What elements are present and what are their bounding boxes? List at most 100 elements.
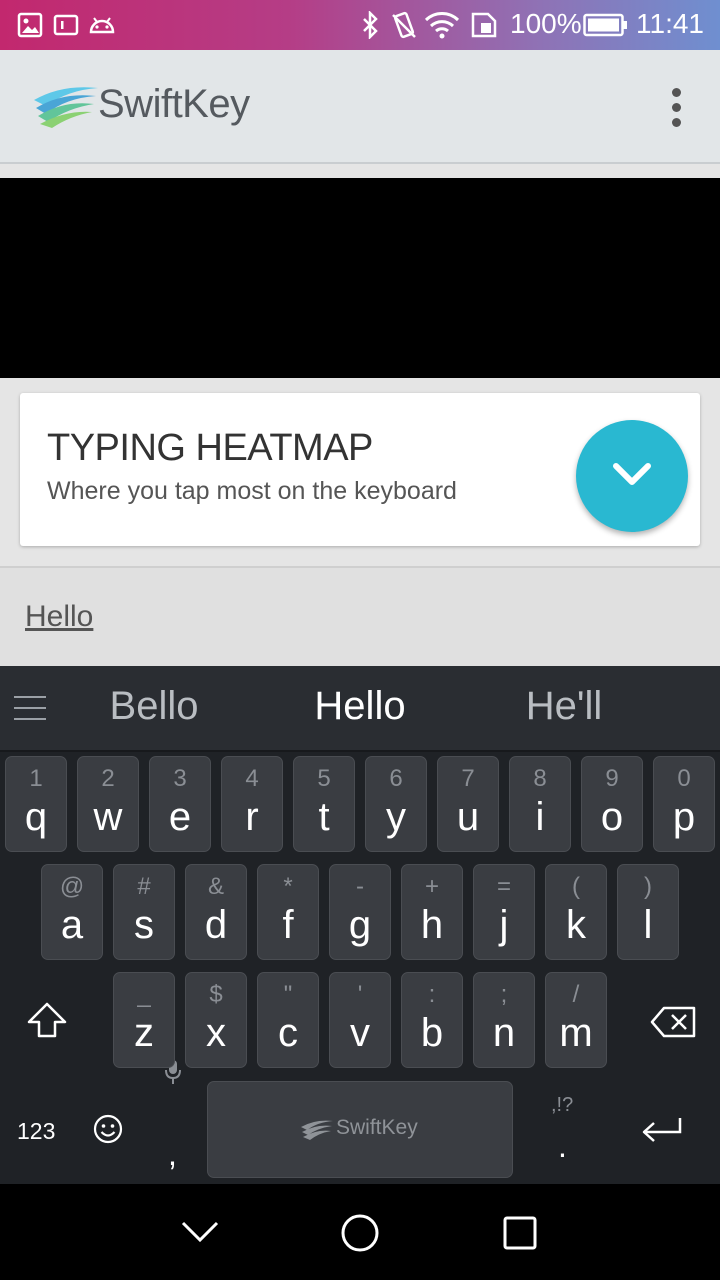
home-icon[interactable] bbox=[340, 1213, 380, 1258]
key-m[interactable]: / m bbox=[545, 972, 607, 1068]
key-o[interactable]: 9o bbox=[581, 756, 643, 852]
key-g[interactable]: -g bbox=[329, 864, 391, 960]
key-f[interactable]: * f bbox=[257, 864, 319, 960]
key-r[interactable]: 4r bbox=[221, 756, 283, 852]
key-primary-label: f bbox=[282, 903, 294, 947]
key-primary-label: y bbox=[386, 795, 406, 839]
suggestion-right[interactable]: He'll bbox=[464, 684, 664, 729]
wifi-icon bbox=[424, 12, 460, 39]
key-primary-label: s bbox=[134, 903, 154, 947]
bluetooth-icon bbox=[360, 11, 380, 39]
key-y[interactable]: 6y bbox=[365, 756, 427, 852]
key-i[interactable]: 8i bbox=[509, 756, 571, 852]
recents-icon[interactable] bbox=[503, 1216, 537, 1255]
key-primary-label: i bbox=[535, 795, 545, 839]
key-secondary-label: # bbox=[137, 873, 151, 900]
key-primary-label: x bbox=[206, 1011, 226, 1055]
key-primary-label: e bbox=[168, 795, 192, 839]
key-c[interactable]: " c bbox=[257, 972, 319, 1068]
key-secondary-label: @ bbox=[59, 873, 85, 900]
more-vert-icon[interactable] bbox=[660, 86, 694, 130]
shift-icon[interactable] bbox=[25, 1002, 69, 1043]
video-area[interactable] bbox=[0, 178, 720, 378]
key-secondary-label: 1 bbox=[29, 765, 43, 792]
key-primary-label: q bbox=[24, 795, 48, 839]
key-secondary-label: = bbox=[496, 873, 511, 900]
swiftkey-logo-icon bbox=[32, 82, 100, 133]
vibrate-icon bbox=[390, 11, 418, 39]
key-v[interactable]: ' v bbox=[329, 972, 391, 1068]
enter-icon[interactable] bbox=[640, 1116, 684, 1151]
key-secondary-label: " bbox=[283, 981, 293, 1008]
key-secondary-label: 9 bbox=[605, 765, 619, 792]
key-k[interactable]: (k bbox=[545, 864, 607, 960]
key-secondary-label: & bbox=[207, 873, 224, 900]
suggestion-center[interactable]: Hello bbox=[260, 684, 460, 729]
key-primary-label: w bbox=[93, 795, 123, 839]
key-l[interactable]: ) l bbox=[617, 864, 679, 960]
key-u[interactable]: 7u bbox=[437, 756, 499, 852]
text-input-field[interactable]: Hello bbox=[0, 568, 720, 666]
key-secondary-label: + bbox=[424, 873, 439, 900]
app-bar: SwiftKey bbox=[0, 50, 720, 164]
suggestion-left[interactable]: Bello bbox=[54, 684, 254, 729]
key-p[interactable]: 0p bbox=[653, 756, 715, 852]
key-a[interactable]: @ a bbox=[41, 864, 103, 960]
key-primary-label: a bbox=[60, 903, 84, 947]
key-w[interactable]: 2w bbox=[77, 756, 139, 852]
space-bar[interactable]: SwiftKey bbox=[207, 1081, 513, 1178]
hamburger-menu-icon[interactable] bbox=[14, 696, 46, 722]
suggestion-bar: Bello Hello He'll bbox=[0, 666, 720, 752]
key-secondary-label: : bbox=[428, 981, 436, 1008]
key-primary-label: h bbox=[420, 903, 444, 947]
key-primary-label: b bbox=[420, 1011, 444, 1055]
key-z[interactable]: _ z bbox=[113, 972, 175, 1068]
key-q[interactable]: 1q bbox=[5, 756, 67, 852]
key-d[interactable]: & d bbox=[185, 864, 247, 960]
key-primary-label: n bbox=[492, 1011, 516, 1055]
navigation-bar bbox=[0, 1184, 720, 1280]
emoji-icon[interactable] bbox=[93, 1114, 123, 1149]
comma-key[interactable]: , bbox=[168, 1136, 177, 1173]
key-primary-label: l bbox=[643, 903, 653, 947]
key-primary-label: t bbox=[318, 795, 330, 839]
key-primary-label: j bbox=[499, 903, 509, 947]
swiftkey-logo-icon bbox=[301, 1120, 333, 1140]
key-secondary-label: 5 bbox=[317, 765, 331, 792]
key-s[interactable]: # s bbox=[113, 864, 175, 960]
backspace-icon[interactable] bbox=[650, 1006, 696, 1043]
key-primary-label: v bbox=[350, 1011, 370, 1055]
key-secondary-label: 6 bbox=[389, 765, 403, 792]
key-e[interactable]: 3e bbox=[149, 756, 211, 852]
status-bar: 100% 11:41 bbox=[0, 0, 720, 50]
key-secondary-label: _ bbox=[137, 981, 151, 1008]
expand-button[interactable] bbox=[576, 420, 688, 532]
key-h[interactable]: + h bbox=[401, 864, 463, 960]
key-x[interactable]: $ x bbox=[185, 972, 247, 1068]
key-secondary-label: $ bbox=[209, 981, 223, 1008]
key-secondary-label: 3 bbox=[173, 765, 187, 792]
key-n[interactable]: ; n bbox=[473, 972, 535, 1068]
key-secondary-label: 4 bbox=[245, 765, 259, 792]
punctuation-hint: ,!? bbox=[551, 1094, 574, 1116]
key-primary-label: r bbox=[245, 795, 259, 839]
card-title: TYPING HEATMAP bbox=[47, 427, 373, 469]
numbers-key[interactable]: 123 bbox=[17, 1118, 55, 1145]
back-icon[interactable] bbox=[180, 1220, 220, 1249]
key-secondary-label: - bbox=[356, 873, 364, 900]
space-label: SwiftKey bbox=[336, 1116, 418, 1139]
key-secondary-label: ) bbox=[644, 873, 652, 900]
keyboard: Bello Hello He'll 123 , SwiftKey ,!? . 1… bbox=[0, 666, 720, 1184]
key-t[interactable]: 5t bbox=[293, 756, 355, 852]
android-icon bbox=[88, 12, 116, 38]
typed-text: Hello bbox=[25, 600, 94, 633]
key-j[interactable]: = j bbox=[473, 864, 535, 960]
period-key[interactable]: . bbox=[558, 1128, 567, 1165]
key-primary-label: m bbox=[559, 1011, 593, 1055]
gallery-icon bbox=[17, 12, 43, 38]
key-b[interactable]: :b bbox=[401, 972, 463, 1068]
key-primary-label: g bbox=[348, 903, 372, 947]
key-primary-label: u bbox=[456, 795, 480, 839]
battery-percent: 100% bbox=[510, 8, 582, 39]
card-subtitle: Where you tap most on the keyboard bbox=[47, 477, 457, 505]
